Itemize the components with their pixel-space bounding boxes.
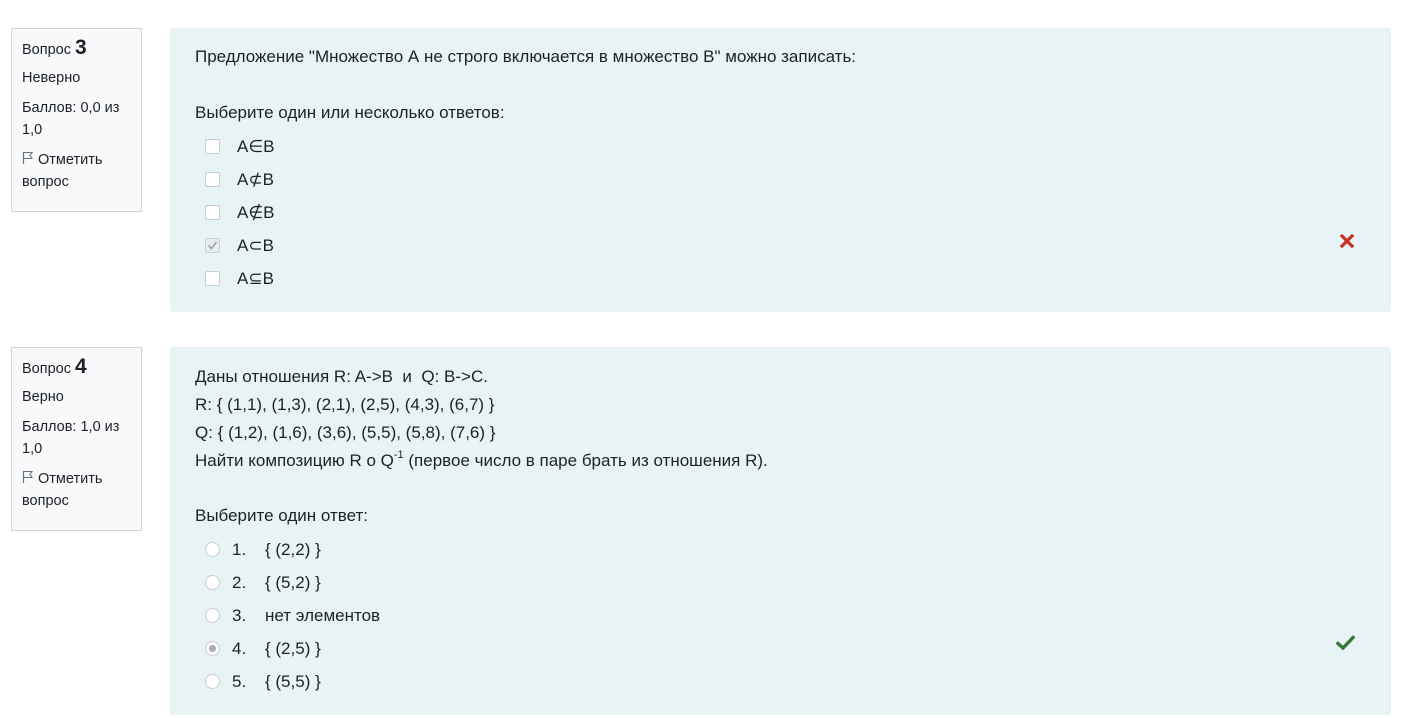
superscript: -1 [393,449,404,461]
answer-checkbox-checked[interactable] [205,238,220,253]
question-info: Вопрос 3 Неверно Баллов: 0,0 из 1,0 Отме… [11,28,142,212]
answer-checkbox[interactable] [205,139,220,154]
question-text: Даны отношения R: A->B и Q: B->C. R: { (… [195,363,768,475]
answer-label: A⊂B [237,236,274,255]
flag-icon [22,150,34,164]
question-text-line: Найти композицию R o Q-1 (первое число в… [195,447,768,475]
incorrect-icon [1339,233,1355,254]
answer-number: 4. [232,639,247,658]
question-text: Предложение "Множество А не строго включ… [195,47,857,66]
answer-number: 2. [232,573,247,592]
answer-checkbox[interactable] [205,205,220,220]
answer-checkbox[interactable] [205,172,220,187]
question-text-line: Даны отношения R: A->B и Q: B->C. [195,367,488,386]
question-text-line: R: { (1,1), (1,3), (2,1), (2,5), (4,3), … [195,395,495,414]
answer-prompt: Выберите один ответ: [195,506,368,525]
question-number-value: 4 [75,355,87,378]
answer-label: A∈B [237,137,275,156]
flag-label: Отметить вопрос [22,471,103,509]
answer-label: { (2,2) } [265,540,321,559]
flag-question-link[interactable]: Отметить вопрос [22,149,131,193]
text-fragment: (первое число в паре брать из отношения … [403,451,768,470]
answer-radio[interactable] [205,674,220,689]
question-text-line: Q: { (1,2), (1,6), (3,6), (5,5), (5,8), … [195,423,496,442]
flag-icon [22,469,34,483]
answer-checkbox[interactable] [205,271,220,286]
answer-label: A⊆B [237,269,274,288]
answer-label: нет элементов [265,606,381,625]
answer-label: { (5,2) } [265,573,321,592]
question-number: Вопрос 3 [22,37,131,61]
answer-number: 5. [232,672,247,691]
answer-number: 1. [232,540,247,559]
question-number: Вопрос 4 [22,356,131,380]
question-number-value: 3 [75,36,87,59]
answer-radio-selected[interactable] [205,641,220,656]
text-fragment: Найти композицию R o Q [195,451,394,470]
flag-label: Отметить вопрос [22,152,103,190]
answer-label: { (5,5) } [265,672,321,691]
answer-radio[interactable] [205,608,220,623]
question-state: Верно [22,389,64,405]
answer-radio[interactable] [205,542,220,557]
question-content: Даны отношения R: A->B и Q: B->C. R: { (… [170,347,1391,715]
answer-label: A∉B [237,203,275,222]
question-info: Вопрос 4 Верно Баллов: 1,0 из 1,0 Отмети… [11,347,142,531]
radio-dot [209,645,216,652]
question-state: Неверно [22,70,81,86]
question-grade: Баллов: 0,0 из 1,0 [22,100,120,138]
question-label: Вопрос [22,361,71,377]
question-label: Вопрос [22,42,71,58]
correct-icon [1335,635,1356,656]
answer-number: 3. [232,606,247,625]
flag-question-link[interactable]: Отметить вопрос [22,468,131,512]
question-grade: Баллов: 1,0 из 1,0 [22,419,120,457]
answer-radio[interactable] [205,575,220,590]
check-icon [207,241,218,250]
question-content: Предложение "Множество А не строго включ… [170,28,1391,312]
answer-prompt: Выберите один или несколько ответов: [195,103,505,122]
answer-label: A⊄B [237,170,274,189]
answer-label: { (2,5) } [265,639,321,658]
